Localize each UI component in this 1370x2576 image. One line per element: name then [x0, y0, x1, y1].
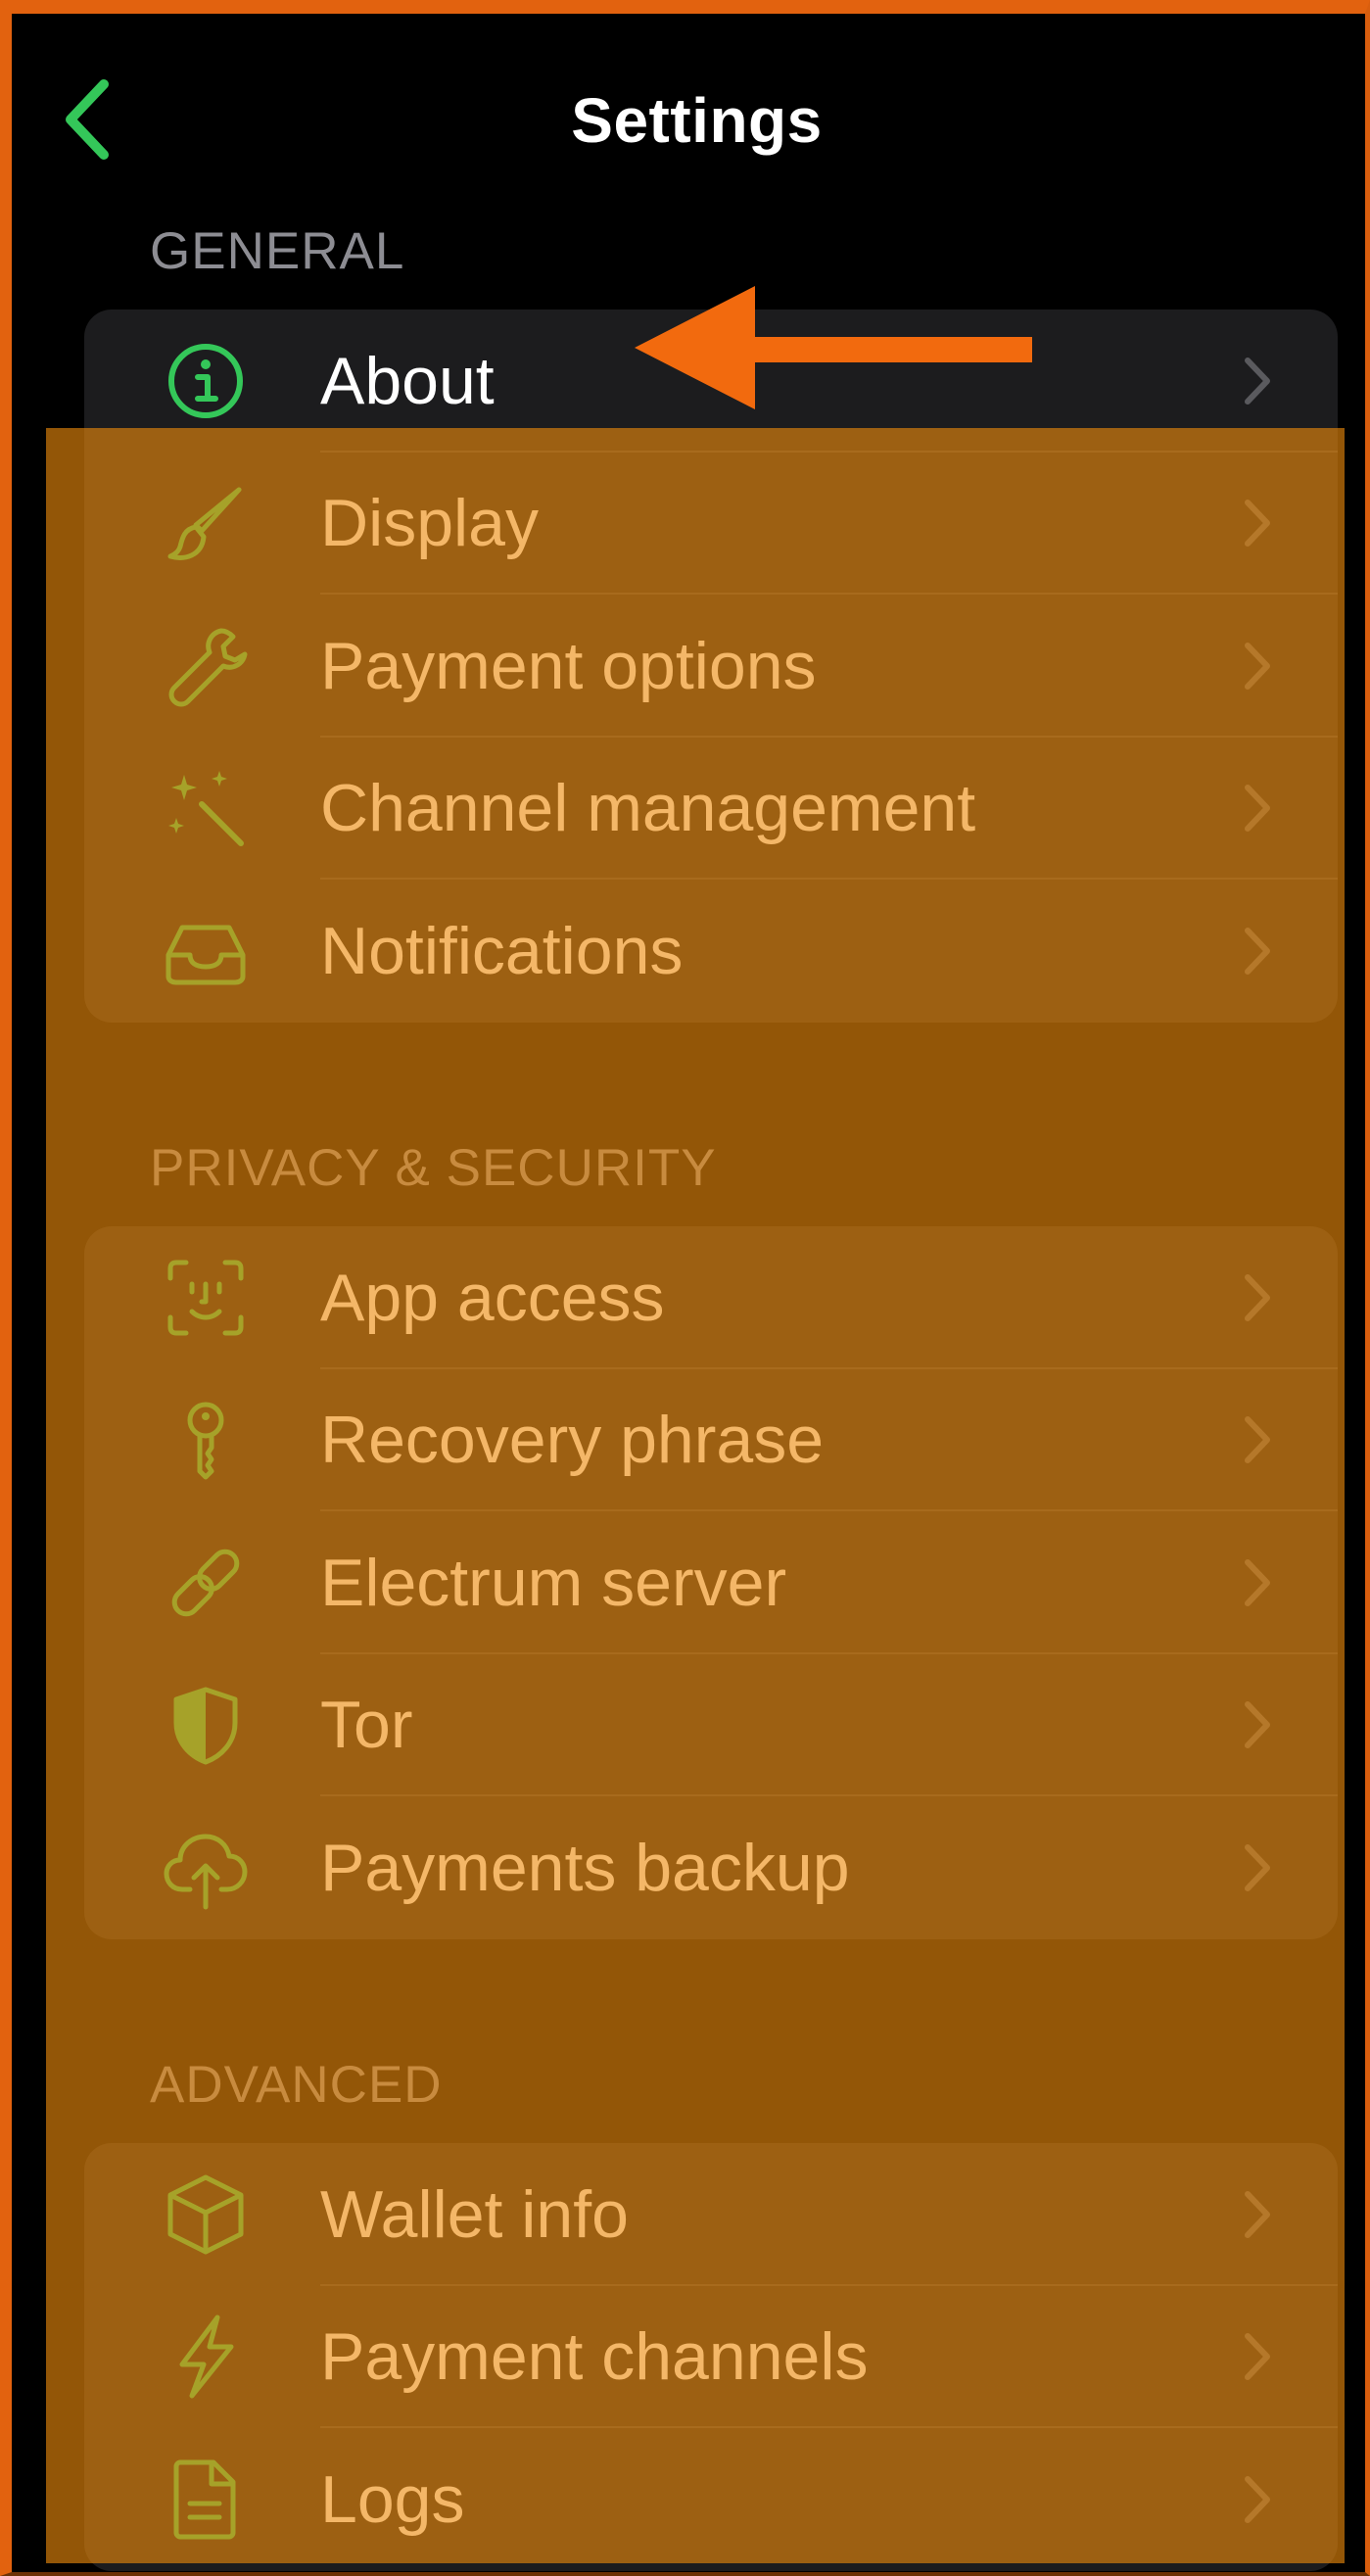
- settings-row-notifications[interactable]: Notifications: [84, 880, 1338, 1023]
- settings-row-app-access[interactable]: App access: [84, 1226, 1338, 1369]
- settings-group-general: About Display Payment options Channel ma…: [84, 310, 1338, 1023]
- settings-row-label: Recovery phrase: [320, 1403, 825, 1478]
- settings-row-payment-options[interactable]: Payment options: [84, 595, 1338, 738]
- page-title: Settings: [571, 85, 823, 156]
- settings-row-payments-backup[interactable]: Payments backup: [84, 1796, 1338, 1939]
- chevron-right-icon: [1240, 638, 1275, 694]
- paintbrush-icon: [163, 480, 249, 566]
- navigation-bar: Settings: [12, 27, 1370, 194]
- settings-row-label: Tor: [320, 1688, 413, 1763]
- settings-row-wallet-info[interactable]: Wallet info: [84, 2143, 1338, 2286]
- settings-row-label: Channel management: [320, 771, 976, 846]
- settings-row-display[interactable]: Display: [84, 453, 1338, 595]
- chevron-right-icon: [1240, 1269, 1275, 1326]
- settings-row-label: Payments backup: [320, 1830, 850, 1905]
- settings-row-electrum-server[interactable]: Electrum server: [84, 1511, 1338, 1654]
- settings-row-payment-channels[interactable]: Payment channels: [84, 2286, 1338, 2428]
- settings-row-label: Display: [320, 486, 539, 561]
- section-header-general: GENERAL: [150, 222, 405, 280]
- chevron-right-icon: [1240, 2186, 1275, 2243]
- wrench-icon: [163, 623, 249, 709]
- chevron-right-icon: [1240, 353, 1275, 409]
- settings-row-tor[interactable]: Tor: [84, 1654, 1338, 1796]
- link-icon: [163, 1540, 249, 1626]
- magic-wand-icon: [163, 765, 249, 851]
- screenshot-frame: Settings GENERAL About Display Payment o…: [0, 0, 1370, 2576]
- settings-row-label: App access: [320, 1260, 665, 1335]
- tray-inbox-icon: [163, 908, 249, 994]
- cube-icon: [163, 2171, 249, 2258]
- settings-row-channel-management[interactable]: Channel management: [84, 738, 1338, 880]
- bolt-icon: [163, 2314, 249, 2400]
- key-icon: [163, 1397, 249, 1483]
- chevron-right-icon: [1240, 1696, 1275, 1753]
- settings-row-label: Logs: [320, 2461, 465, 2537]
- chevron-right-icon: [1240, 1554, 1275, 1611]
- settings-group-advanced: Wallet info Payment channels Logs: [84, 2143, 1338, 2571]
- chevron-right-icon: [1240, 780, 1275, 836]
- face-id-icon: [163, 1255, 249, 1341]
- shield-half-icon: [163, 1682, 249, 1768]
- settings-row-logs[interactable]: Logs: [84, 2428, 1338, 2571]
- cloud-upload-icon: [163, 1825, 249, 1911]
- chevron-right-icon: [1240, 1839, 1275, 1896]
- settings-row-label: Wallet info: [320, 2176, 629, 2252]
- settings-row-label: Payment options: [320, 628, 817, 703]
- settings-row-label: Electrum server: [320, 1545, 787, 1620]
- chevron-right-icon: [1240, 923, 1275, 979]
- settings-row-label: Payment channels: [320, 2319, 869, 2395]
- info-circle-icon: [163, 338, 249, 424]
- chevron-right-icon: [1240, 2328, 1275, 2385]
- chevron-right-icon: [1240, 2471, 1275, 2528]
- settings-group-privacy-security: App access Recovery phrase Electrum serv…: [84, 1226, 1338, 1939]
- section-header-privacy-security: PRIVACY & SECURITY: [150, 1139, 717, 1197]
- settings-row-label: About: [320, 343, 495, 418]
- section-header-advanced: ADVANCED: [150, 2056, 443, 2114]
- document-icon: [163, 2457, 249, 2543]
- settings-row-recovery-phrase[interactable]: Recovery phrase: [84, 1369, 1338, 1511]
- settings-row-about[interactable]: About: [84, 310, 1338, 453]
- chevron-right-icon: [1240, 1411, 1275, 1468]
- settings-row-label: Notifications: [320, 913, 684, 988]
- chevron-right-icon: [1240, 495, 1275, 551]
